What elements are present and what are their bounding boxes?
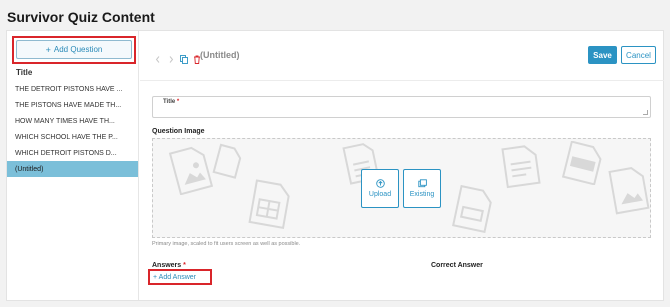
question-list-item[interactable]: HOW MANY TIMES HAVE TH... [7,113,138,129]
file-zip-icon [452,185,492,233]
copy-icon[interactable] [180,51,188,64]
question-list-item[interactable]: THE DETROIT PISTONS HAVE ... [7,81,138,97]
correct-answer-label: Correct Answer [431,262,483,269]
question-list-item[interactable]: WHICH SCHOOL HAVE THE P... [7,129,138,145]
resize-handle[interactable] [643,110,648,115]
question-name: (Untitled) [200,50,240,60]
question-list-item[interactable]: WHICH DETROIT PISTONS D... [7,145,138,161]
question-list-item-label: HOW MANY TIMES HAVE TH... [15,117,115,125]
add-question-button[interactable]: + Add Question [16,40,132,59]
answers-label: Answers * [152,262,186,269]
question-list-item[interactable]: THE PISTONS HAVE MADE TH... [7,97,138,113]
image-hint: Primary image, scaled to fit users scree… [152,241,301,247]
question-sidebar: + Add Question Title THE DETROIT PISTONS… [7,31,139,300]
file-image-icon [168,146,213,195]
file-icon [212,143,242,179]
gallery-icon [417,179,427,188]
file-gif-icon [561,141,602,185]
existing-button[interactable]: Existing [403,169,441,208]
existing-label: Existing [409,191,435,198]
page-title: Survivor Quiz Content [7,9,155,25]
question-list-item-label: WHICH SCHOOL HAVE THE P... [15,133,118,141]
editor-card: + Add Question Title THE DETROIT PISTONS… [6,30,664,301]
title-field-label: Title * [163,99,179,105]
file-doc-icon [501,145,541,189]
title-field[interactable]: Title * [152,96,651,118]
chevron-left-icon[interactable] [154,51,162,63]
save-button[interactable]: Save [588,46,617,64]
file-grid-icon [248,179,290,229]
question-list-item-active[interactable]: (Untitled) [7,161,138,177]
image-dropzone[interactable]: Upload Existing [152,138,651,238]
question-list: THE DETROIT PISTONS HAVE ... THE PISTONS… [7,81,138,177]
add-answer-link[interactable]: + Add Answer [153,274,196,281]
question-list-item-label: THE PISTONS HAVE MADE TH... [15,101,122,109]
plus-icon: + [45,44,51,55]
cancel-button[interactable]: Cancel [621,46,656,64]
file-image-icon [608,167,650,215]
upload-button[interactable]: Upload [361,169,399,208]
chevron-right-icon[interactable] [167,51,175,63]
toolbar-icons [154,51,201,64]
answers-label-text: Answers [152,262,182,269]
title-label-text: Title [163,99,176,105]
upload-icon [375,179,385,188]
question-list-item-label: (Untitled) [15,165,44,173]
required-mark: * [176,99,180,105]
question-toolbar: (Untitled) Save Cancel [140,31,664,81]
required-mark: * [183,262,186,269]
add-question-label: Add Question [53,45,103,54]
upload-label: Upload [368,191,392,198]
sidebar-column-header: Title [16,68,33,77]
question-list-item-label: THE DETROIT PISTONS HAVE ... [15,85,123,93]
question-list-item-label: WHICH DETROIT PISTONS D... [15,149,117,157]
question-image-label: Question Image [152,128,205,135]
